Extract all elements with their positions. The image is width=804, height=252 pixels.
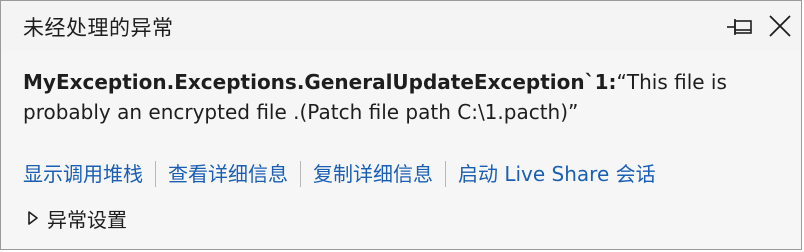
exception-message-block: MyException.Exceptions.GeneralUpdateExce… xyxy=(23,67,783,127)
close-icon xyxy=(769,15,791,37)
link-separator xyxy=(445,161,446,187)
dialog-title: 未经处理的异常 xyxy=(23,16,174,40)
triangle-right-icon xyxy=(28,211,38,225)
exception-settings-toggle[interactable]: 异常设置 xyxy=(27,203,127,233)
dialog-content: MyException.Exceptions.GeneralUpdateExce… xyxy=(1,51,801,249)
exception-settings-label: 异常设置 xyxy=(47,207,127,232)
show-call-stack-link[interactable]: 显示调用堆栈 xyxy=(23,159,143,189)
title-bar: 未经处理的异常 xyxy=(1,1,801,51)
view-details-link[interactable]: 查看详细信息 xyxy=(168,159,288,189)
start-live-share-link[interactable]: 启动 Live Share 会话 xyxy=(458,159,656,189)
pin-icon xyxy=(727,19,752,35)
exception-helper-dialog: 未经处理的异常 MyException.Exceptions.GeneralUp… xyxy=(0,0,802,250)
close-button[interactable] xyxy=(765,11,795,41)
action-links: 显示调用堆栈 查看详细信息 复制详细信息 启动 Live Share 会话 xyxy=(23,159,656,189)
link-separator xyxy=(155,161,156,187)
exception-type: MyException.Exceptions.GeneralUpdateExce… xyxy=(23,70,617,94)
copy-details-link[interactable]: 复制详细信息 xyxy=(313,159,433,189)
pin-button[interactable] xyxy=(725,13,757,41)
link-separator xyxy=(300,161,301,187)
